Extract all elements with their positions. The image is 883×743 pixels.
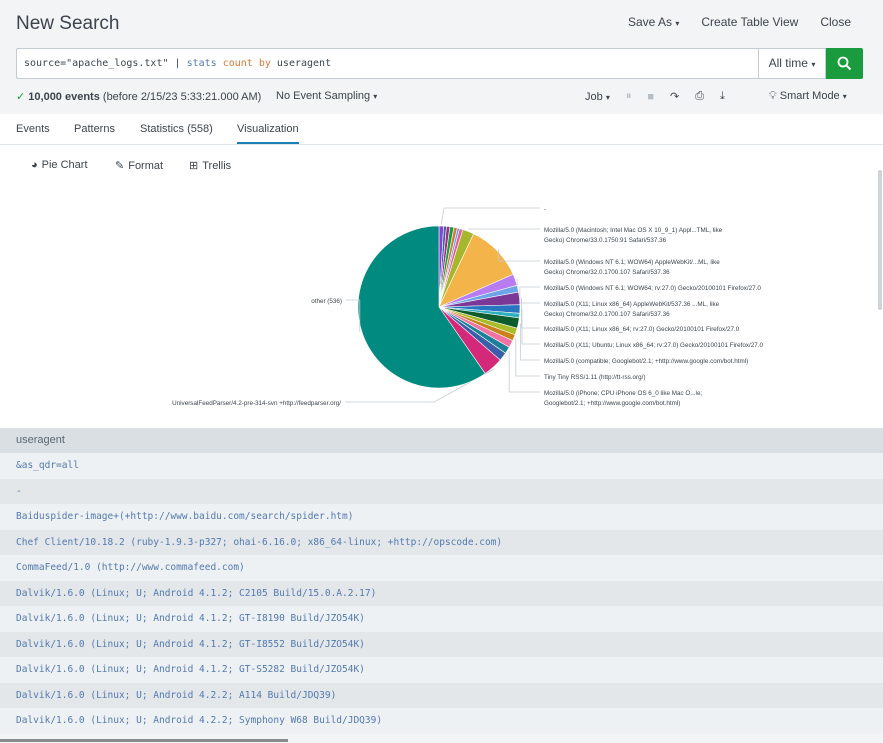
tab-events[interactable]: Events — [16, 123, 50, 135]
results-tabs: Events Patterns Statistics (558) Visuali… — [0, 114, 883, 145]
tab-statistics[interactable]: Statistics (558) — [140, 123, 213, 135]
pie-label: Mozilla/5.0 (iPhone; CPU iPhone OS 6_0 l… — [544, 390, 702, 397]
job-toolbar: Job ▾ ⏸ ■ ↷ ⎙ ⤓ — [585, 90, 725, 103]
pie-leader-line — [519, 323, 540, 361]
pie-label: Mozilla/5.0 (Windows NT 6.1; WOW64) Appl… — [544, 259, 720, 266]
vertical-scrollbar[interactable] — [878, 170, 882, 310]
pause-icon[interactable]: ⏸ — [626, 90, 632, 103]
column-header-useragent[interactable]: useragent — [0, 428, 883, 453]
close-button[interactable]: Close — [820, 15, 851, 29]
job-menu[interactable]: Job ▾ — [585, 91, 610, 103]
pie-label: Gecko) Chrome/32.0.1700.107 Safari/537.3… — [544, 269, 670, 276]
bulb-icon: 💡︎ — [769, 90, 777, 102]
table-row[interactable]: CommaFeed/1.0 (http://www.commafeed.com) — [0, 555, 883, 581]
pie-label: Gecko) Chrome/33.0.1750.91 Safari/537.36 — [544, 237, 667, 244]
pie-label: Mozilla/5.0 (X11; Linux x86_64; rv:27.0)… — [544, 326, 740, 333]
pie-label: Mozilla/5.0 (X11; Ubuntu; Linux x86_64; … — [544, 342, 764, 349]
chevron-down-icon: ▾ — [373, 92, 378, 101]
search-mode-dropdown[interactable]: 💡︎ Smart Mode ▾ — [769, 90, 847, 103]
table-row[interactable]: Dalvik/1.6.0 (Linux; U; Android 4.1.2; G… — [0, 657, 883, 683]
pie-label: Mozilla/5.0 (Macintosh; Intel Mac OS X 1… — [544, 227, 723, 234]
table-row[interactable]: - — [0, 478, 883, 504]
stop-icon[interactable]: ■ — [647, 91, 654, 103]
horizontal-scrollbar[interactable] — [0, 739, 288, 742]
print-icon[interactable]: ⎙ — [695, 90, 704, 103]
export-icon[interactable]: ⤓ — [720, 90, 725, 103]
pie-label: UniversalFeedParser/4.2-pre-314-svn +htt… — [172, 400, 341, 407]
share-icon[interactable]: ↷ — [670, 90, 679, 103]
save-as-menu[interactable]: Save As ▾ — [628, 15, 679, 29]
tab-patterns[interactable]: Patterns — [74, 123, 115, 135]
event-count: ✓ 10,000 events (before 2/15/23 5:33:21.… — [16, 90, 261, 103]
page-title: New Search — [16, 13, 120, 34]
check-icon: ✓ — [16, 91, 26, 103]
query-source: source="apache_logs.txt" — [24, 58, 169, 69]
query-command: stats — [186, 58, 217, 69]
query-pipe: | — [168, 58, 187, 69]
pie-label: Mozilla/5.0 (Windows NT 6.1; WOW64; rv:2… — [544, 285, 761, 292]
pie-leader-line — [468, 228, 540, 230]
visualization-panel: ◕ Pie Chart ✎ Format ⊞ Trellis - Mozilla/5.0… — [0, 145, 883, 428]
table-row[interactable]: Dalvik/1.6.0 (Linux; U; Android 4.2.2; S… — [0, 708, 883, 734]
chevron-down-icon: ▾ — [605, 92, 610, 102]
table-row[interactable]: Dalvik/1.6.0 (Linux; U; Android 4.1.2; G… — [0, 631, 883, 657]
pie-label: Mozilla/5.0 (X11; Linux x86_64) AppleWeb… — [544, 301, 720, 308]
pie-leader-line — [516, 279, 540, 288]
query-field: useragent — [270, 58, 332, 69]
pie-leader-line — [440, 207, 540, 225]
search-input[interactable]: source="apache_logs.txt" | stats count b… — [16, 48, 758, 79]
events-total: 10,000 events — [28, 91, 100, 103]
search-button[interactable] — [826, 48, 863, 79]
table-row[interactable]: &as_qdr=all — [0, 453, 883, 479]
create-table-view-button[interactable]: Create Table View — [701, 15, 798, 29]
pie-label: Gecko) Chrome/32.0.1700.107 Safari/537.3… — [544, 311, 670, 318]
event-sampling-dropdown[interactable]: No Event Sampling ▾ — [276, 90, 377, 102]
pie-chart: - Mozilla/5.0 (Macintosh; Intel Mac OS X … — [172, 206, 764, 407]
query-function: count — [222, 58, 253, 69]
tab-visualization[interactable]: Visualization — [237, 123, 299, 144]
table-body: &as_qdr=all - Baiduspider-image+(+http://w… — [0, 453, 883, 734]
chevron-down-icon: ▾ — [675, 19, 680, 28]
events-before: (before 2/15/23 5:33:21.000 AM) — [102, 91, 262, 103]
table-row[interactable]: Chef Client/10.18.2 (ruby-1.9.3-p327; oh… — [0, 529, 883, 555]
table-row[interactable]: Dalvik/1.6.0 (Linux; U; Android 4.2.2; A… — [0, 682, 883, 708]
chevron-down-icon: ▾ — [811, 60, 816, 69]
header-actions: Save As ▾ Create Table View Close — [628, 15, 851, 29]
pie-label: - — [544, 206, 546, 213]
table-row[interactable]: Dalvik/1.6.0 (Linux; U; Android 4.1.2; G… — [0, 606, 883, 632]
time-range-picker[interactable]: All time ▾ — [758, 48, 826, 79]
table-row[interactable]: Dalvik/1.6.0 (Linux; U; Android 4.1.2; C… — [0, 580, 883, 606]
pie-label: other (536) — [311, 298, 342, 305]
pie-leader-line — [521, 309, 540, 345]
search-icon — [837, 56, 852, 71]
pie-leader-line — [508, 351, 540, 393]
table-row[interactable]: Baiduspider-image+(+http://www.baidu.com… — [0, 504, 883, 530]
query-keyword: by — [258, 58, 271, 69]
results-table: useragent &as_qdr=all - Baiduspider-image+… — [0, 428, 883, 743]
pie-leader-line — [519, 288, 540, 304]
chevron-down-icon: ▾ — [842, 92, 847, 101]
search-header: New Search Save As ▾ Create Table View C… — [0, 0, 883, 114]
pie-label: Mozilla/5.0 (compatible; Googlebot/2.1; … — [544, 358, 748, 365]
pie-label: Tiny Tiny RSS/1.11 (http://tt-rss.org/) — [544, 374, 645, 381]
pie-label: Googlebot/2.1; +http://www.google.com/bo… — [544, 400, 680, 407]
